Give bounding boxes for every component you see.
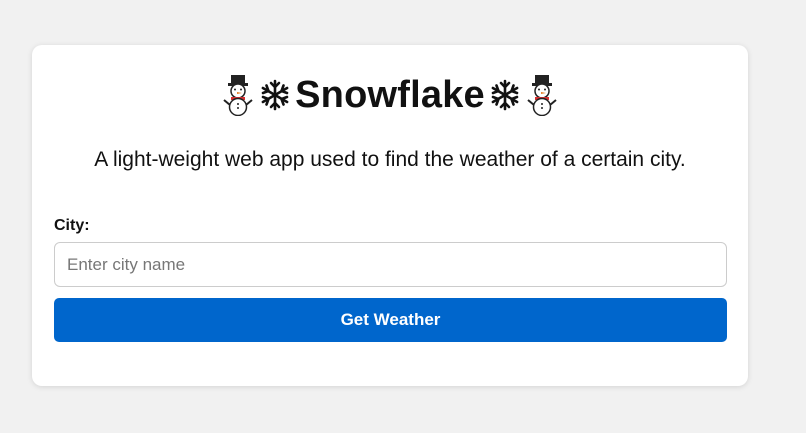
app-title: Snowflake xyxy=(32,71,748,119)
title-text: Snowflake xyxy=(295,74,485,116)
snowflake-icon xyxy=(258,73,292,117)
city-input[interactable] xyxy=(54,242,727,287)
city-label: City: xyxy=(54,217,90,234)
get-weather-button[interactable]: Get Weather xyxy=(54,298,727,342)
weather-card: Snowflake A light-weight web app used to… xyxy=(32,45,748,386)
snowman-icon xyxy=(221,73,255,117)
app-description: A light-weight web app used to find the … xyxy=(94,148,686,171)
snowman-icon xyxy=(525,73,559,117)
snowflake-icon xyxy=(488,73,522,117)
